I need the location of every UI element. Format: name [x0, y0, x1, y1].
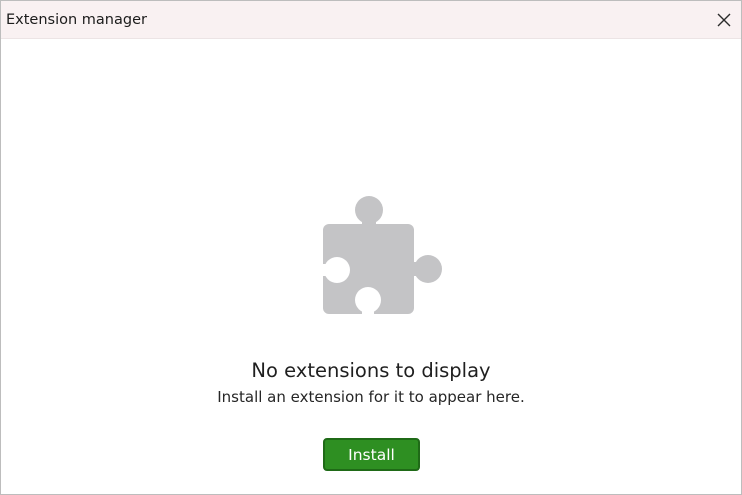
close-button[interactable] [713, 9, 735, 31]
empty-state-subtitle: Install an extension for it to appear he… [217, 388, 525, 406]
close-icon [717, 13, 731, 27]
empty-state-title: No extensions to display [251, 359, 491, 382]
puzzle-piece-icon [319, 194, 447, 318]
title-bar: Extension manager [1, 1, 741, 39]
empty-state-panel: No extensions to display Install an exte… [1, 39, 741, 494]
window-title: Extension manager [6, 12, 147, 28]
extension-manager-window: Extension manager No extensions to displ… [0, 0, 742, 495]
install-button[interactable]: Install [323, 438, 420, 471]
